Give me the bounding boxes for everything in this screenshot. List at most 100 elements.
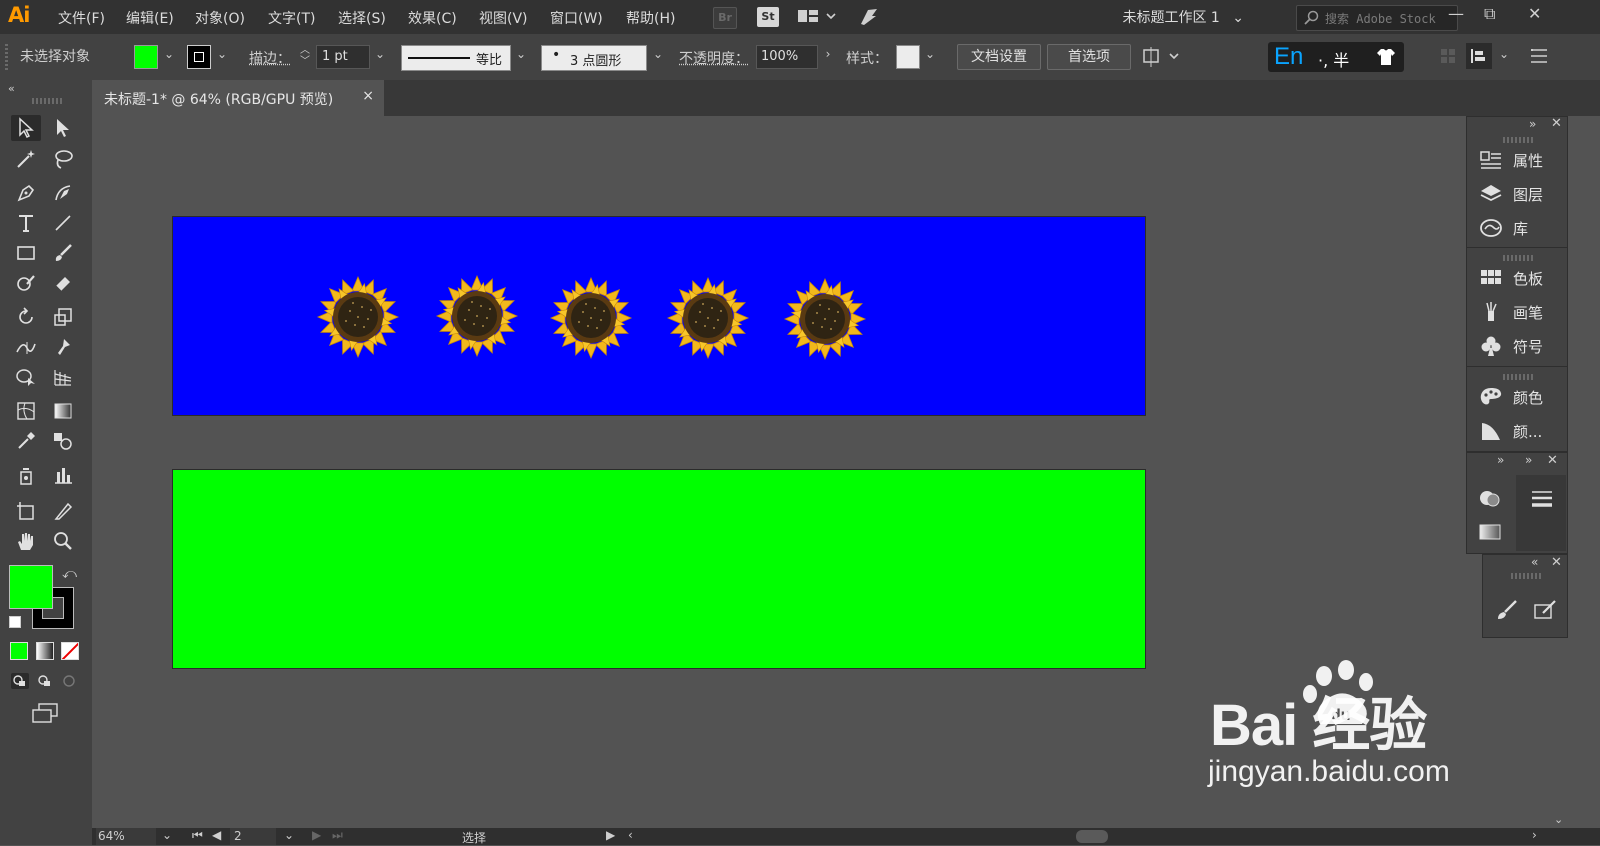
restore-icon[interactable]: ⧉ (1484, 4, 1495, 24)
swap-fill-stroke-icon[interactable]: ⤺ (62, 566, 77, 582)
sunflower-5[interactable] (784, 278, 866, 360)
column-graph-tool-icon[interactable] (48, 462, 78, 488)
chevron-down-icon[interactable]: ⌄ (650, 47, 666, 65)
brush-select[interactable]: • 3 点圆形 (541, 45, 647, 71)
scale-tool-icon[interactable] (48, 304, 78, 330)
align-panel-icon[interactable] (1466, 43, 1492, 69)
pen-tool-icon[interactable] (11, 180, 41, 206)
panel-grip[interactable] (1511, 573, 1541, 579)
panel-symbols[interactable]: 符号 (1479, 332, 1543, 360)
gradient-panel-icon[interactable] (1477, 521, 1503, 547)
bridge-button[interactable]: Br (713, 7, 737, 29)
menu-effect[interactable]: 效果(C) (408, 8, 457, 28)
panel-brushes[interactable]: 画笔 (1479, 298, 1543, 326)
control-bar-grip[interactable] (5, 44, 8, 70)
artboard-2[interactable] (172, 469, 1146, 669)
chevron-down-icon[interactable]: ⌄ (372, 47, 388, 65)
last-artboard-icon[interactable]: ⏭ (332, 828, 343, 843)
stock-button[interactable]: St (757, 7, 779, 27)
draw-behind-icon[interactable] (35, 672, 55, 694)
chevron-down-icon[interactable]: ⌄ (1496, 47, 1512, 65)
puppet-warp-tool-icon[interactable] (48, 334, 78, 360)
type-tool-icon[interactable] (11, 210, 41, 236)
panel-libraries[interactable]: 库 (1479, 214, 1528, 242)
menu-file[interactable]: 文件(F) (58, 8, 105, 28)
sunflower-2[interactable] (436, 275, 518, 357)
ime-indicator[interactable]: En ·, 半 (1268, 42, 1404, 72)
collapse-panels-icon[interactable]: » (1529, 117, 1536, 131)
transparency-icon[interactable] (1477, 487, 1503, 513)
horizontal-scrollbar-thumb[interactable] (1076, 830, 1108, 843)
default-fill-stroke-icon[interactable] (9, 616, 21, 628)
hand-tool-icon[interactable] (11, 528, 41, 554)
fill-swatch[interactable] (9, 565, 53, 609)
perspective-grid-tool-icon[interactable] (48, 364, 78, 390)
stroke-label[interactable]: 描边： (249, 48, 291, 68)
minimize-icon[interactable]: — (1448, 4, 1464, 23)
none-mode-icon[interactable] (61, 642, 79, 660)
toolbar-grip[interactable] (32, 98, 62, 104)
mesh-tool-icon[interactable] (11, 398, 41, 424)
panel-swatches[interactable]: 色板 (1479, 264, 1543, 292)
shape-builder-tool-icon[interactable] (11, 364, 41, 390)
selection-tool-icon[interactable] (11, 115, 41, 141)
sunflower-3[interactable] (550, 277, 632, 359)
zoom-level-field[interactable]: 64% (96, 828, 156, 845)
previous-artboard-icon[interactable]: ◀ (212, 828, 221, 842)
panel-color[interactable]: 颜色 (1479, 383, 1543, 411)
width-tool-icon[interactable] (11, 334, 41, 360)
line-segment-tool-icon[interactable] (48, 210, 78, 236)
chevron-down-icon[interactable]: ⌄ (922, 47, 938, 65)
menu-select[interactable]: 选择(S) (338, 8, 386, 28)
sunflower-group[interactable] (172, 216, 1144, 414)
panel-grip[interactable] (1503, 255, 1533, 261)
chevron-down-icon[interactable]: ⌄ (513, 47, 529, 65)
close-icon[interactable]: ✕ (1528, 4, 1541, 23)
panel-color-guide[interactable]: 颜... (1479, 417, 1542, 445)
eyedropper-tool-icon[interactable] (11, 428, 41, 454)
zoom-tool-icon[interactable] (48, 528, 78, 554)
direct-selection-tool-icon[interactable] (48, 115, 78, 141)
eraser-tool-icon[interactable] (48, 270, 78, 296)
chevron-down-icon[interactable]: ⌄ (214, 47, 230, 65)
stroke-profile-select[interactable]: 等比 (401, 45, 511, 71)
graphic-style-swatch[interactable] (896, 45, 920, 69)
artboard-number-field[interactable]: 2 (230, 828, 276, 845)
panel-grip[interactable] (1503, 137, 1533, 143)
lasso-tool-icon[interactable] (48, 146, 78, 172)
menu-window[interactable]: 窗口(W) (550, 8, 603, 28)
symbol-sprayer-tool-icon[interactable] (11, 462, 41, 488)
rotate-tool-icon[interactable] (11, 304, 41, 330)
menu-help[interactable]: 帮助(H) (626, 8, 675, 28)
collapse-panels-icon[interactable]: » (1497, 453, 1504, 467)
panel-menu-icon[interactable] (1530, 48, 1548, 68)
gpu-performance-icon[interactable] (858, 6, 880, 32)
menu-view[interactable]: 视图(V) (479, 8, 528, 28)
close-panel-icon[interactable]: ✕ (1551, 555, 1562, 570)
panel-properties[interactable]: 属性 (1479, 146, 1543, 174)
sunflower-4[interactable] (667, 277, 749, 359)
vertical-scrollbar[interactable]: ⌄ (1552, 640, 1566, 828)
menu-edit[interactable]: 编辑(E) (126, 8, 174, 28)
chevron-down-icon[interactable]: ⌄ (161, 47, 177, 65)
status-menu-arrow-icon[interactable]: ▶ (606, 828, 615, 842)
first-artboard-icon[interactable]: ⏮ (192, 828, 203, 843)
arrange-documents-icon[interactable] (797, 8, 837, 30)
screen-mode-icon[interactable] (30, 702, 60, 728)
stroke-weight-stepper[interactable]: ︿ ﹀ (300, 45, 314, 69)
document-tab[interactable]: 未标题-1* @ 64% (RGB/GPU 预览) × (92, 80, 384, 116)
close-tab-icon[interactable]: × (362, 88, 374, 104)
scroll-right-icon[interactable]: › (1532, 828, 1537, 842)
collapse-toolbar-icon[interactable]: « (8, 82, 15, 95)
gradient-mode-icon[interactable] (36, 642, 54, 660)
collapse-panels-icon[interactable]: » (1525, 453, 1532, 467)
panel-layers[interactable]: 图层 (1479, 180, 1543, 208)
document-setup-button[interactable]: 文档设置 (957, 44, 1041, 70)
blend-tool-icon[interactable] (48, 428, 78, 454)
curvature-tool-icon[interactable] (48, 180, 78, 206)
stroke-panel-tab[interactable] (1516, 475, 1566, 551)
draw-inside-icon[interactable] (60, 672, 80, 694)
fill-color-swatch[interactable] (134, 45, 158, 69)
panel-grip[interactable] (1503, 374, 1533, 380)
close-panel-icon[interactable]: ✕ (1551, 116, 1562, 131)
